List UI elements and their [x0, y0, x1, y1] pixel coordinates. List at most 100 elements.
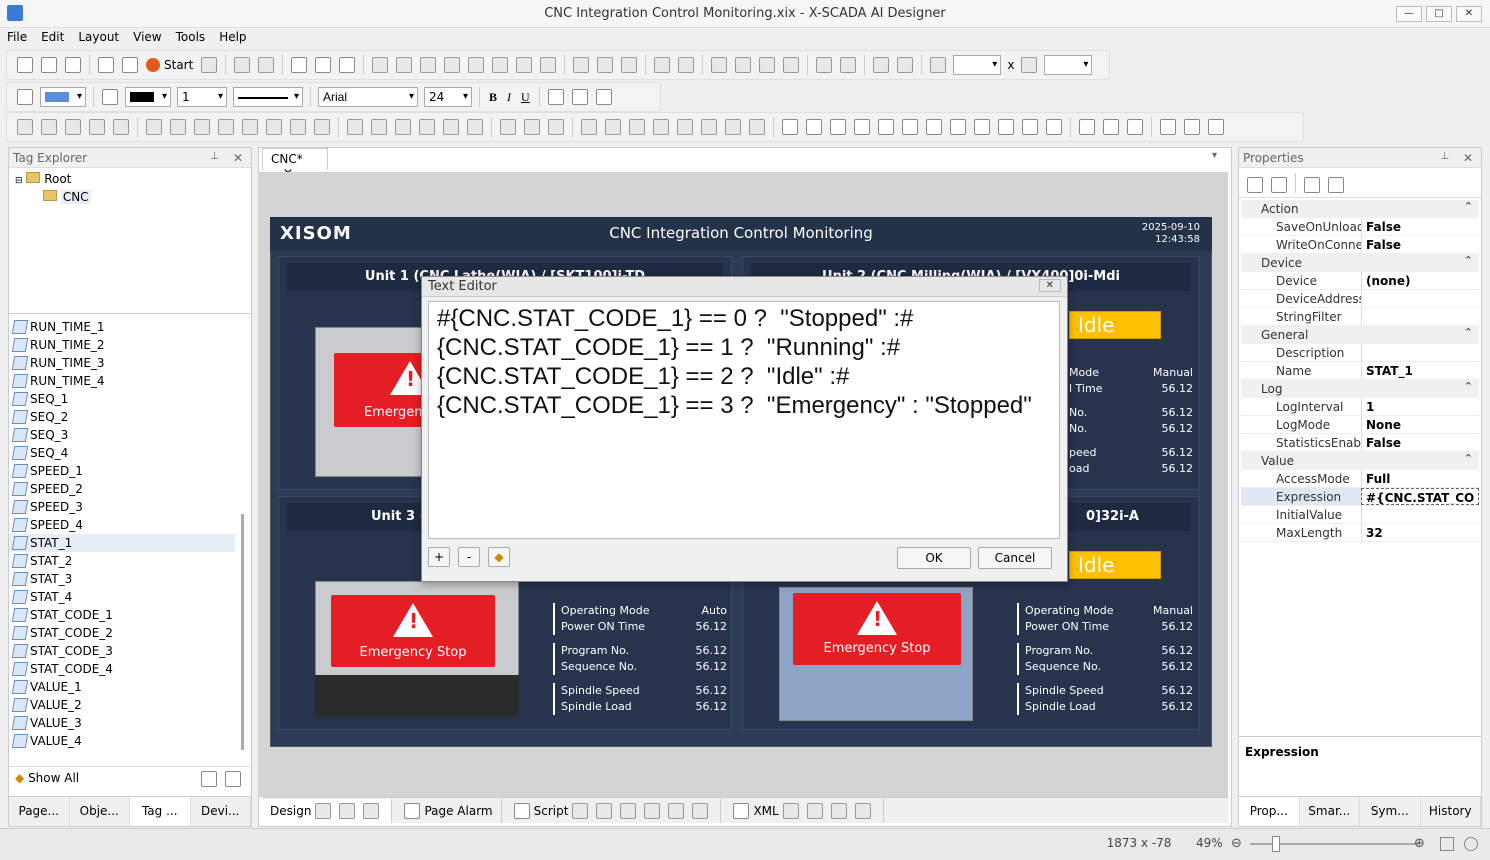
property-category[interactable]: Action — [1241, 198, 1479, 218]
tree-root[interactable]: ⊟ Root — [15, 170, 245, 188]
tag-item[interactable]: STAT_CODE_4 — [9, 660, 235, 678]
bar-graph-icon[interactable] — [1184, 119, 1200, 135]
cancel-button[interactable]: Cancel — [978, 547, 1052, 569]
save-all-icon[interactable] — [98, 57, 114, 73]
tab-smart[interactable]: Smar... — [1300, 797, 1360, 826]
property-value[interactable]: False — [1361, 434, 1479, 451]
same-height-icon[interactable] — [597, 57, 614, 73]
building-icon[interactable] — [581, 119, 597, 135]
tag-item[interactable]: STAT_CODE_1 — [9, 606, 235, 624]
graph-icon[interactable] — [1160, 119, 1176, 135]
property-category[interactable]: Log — [1241, 378, 1479, 398]
gauge-icon[interactable] — [653, 119, 669, 135]
tab-pages[interactable]: Page... — [9, 797, 70, 826]
underline-button[interactable]: U — [521, 90, 530, 105]
property-row[interactable]: DeviceAddress — [1241, 290, 1479, 308]
tag-item[interactable]: VALUE_2 — [9, 696, 235, 714]
new-icon[interactable] — [17, 57, 33, 73]
hexagon-icon[interactable] — [218, 119, 234, 135]
property-value[interactable]: False — [1361, 236, 1479, 253]
tag-insert-icon[interactable]: ◆ — [488, 547, 510, 567]
tab-history[interactable]: History — [1421, 797, 1481, 826]
distribute-v-icon[interactable] — [678, 57, 695, 73]
label-icon[interactable] — [1079, 119, 1095, 135]
close-icon[interactable]: ✕ — [1038, 279, 1061, 292]
curve-icon[interactable] — [89, 119, 105, 135]
diamond-icon[interactable] — [290, 119, 306, 135]
qr-icon[interactable] — [395, 119, 411, 135]
distribute-h-icon[interactable] — [654, 57, 671, 73]
property-row[interactable]: LogInterval 1 — [1241, 398, 1479, 416]
property-row[interactable]: Description — [1241, 344, 1479, 362]
tag-item[interactable]: SEQ_4 — [9, 444, 235, 462]
fill-icon[interactable] — [17, 89, 33, 105]
tab-tags[interactable]: Tag ... — [130, 797, 191, 826]
ungroup-icon[interactable] — [396, 57, 413, 73]
property-row[interactable]: LogMode None — [1241, 416, 1479, 434]
tag-item[interactable]: SEQ_1 — [9, 390, 235, 408]
arc-icon[interactable] — [314, 119, 330, 135]
ok-button[interactable]: OK — [897, 547, 971, 569]
mail-icon[interactable] — [1208, 119, 1224, 135]
settings-icon[interactable] — [998, 119, 1014, 135]
send-back-icon[interactable] — [735, 57, 752, 73]
refresh-icon[interactable] — [1464, 837, 1478, 851]
tag-item[interactable]: SPEED_1 — [9, 462, 235, 480]
align-bottom-icon[interactable] — [540, 57, 557, 73]
tank-icon[interactable] — [725, 119, 741, 135]
property-value[interactable]: #{CNC.STAT_CO — [1361, 488, 1479, 505]
property-value[interactable] — [1361, 290, 1479, 307]
menu-view[interactable]: View — [126, 28, 168, 46]
property-value[interactable]: STAT_1 — [1361, 362, 1479, 379]
tag-item[interactable]: SPEED_4 — [9, 516, 235, 534]
cone-icon[interactable] — [548, 119, 564, 135]
tag-item[interactable]: STAT_CODE_2 — [9, 624, 235, 642]
property-value[interactable]: 1 — [1361, 398, 1479, 415]
textbox-icon[interactable] — [782, 119, 798, 135]
close-icon[interactable]: ✕ — [233, 151, 243, 165]
tag-item[interactable]: VALUE_1 — [9, 678, 235, 696]
menu-layout[interactable]: Layout — [71, 28, 126, 46]
property-row[interactable]: StatisticsEnableFalse — [1241, 434, 1479, 452]
font-size-dropdown[interactable]: 24 — [424, 87, 472, 107]
property-row[interactable]: Device (none) — [1241, 272, 1479, 290]
tag-item[interactable]: STAT_3 — [9, 570, 235, 588]
tag-item[interactable]: SEQ_3 — [9, 426, 235, 444]
pie-icon[interactable] — [524, 119, 540, 135]
chart-icon[interactable] — [443, 119, 459, 135]
tag-item[interactable]: STAT_CODE_3 — [9, 642, 235, 660]
property-category[interactable]: Device — [1241, 252, 1479, 272]
zoom-slider-thumb[interactable] — [1272, 836, 1280, 852]
tab-script[interactable]: Script — [502, 798, 722, 823]
open-icon[interactable] — [41, 57, 57, 73]
tree-folder-cnc[interactable]: CNC — [15, 188, 245, 206]
menu-tools[interactable]: Tools — [169, 28, 213, 46]
table-icon[interactable] — [902, 119, 918, 135]
zoom-out-button[interactable]: - — [458, 547, 480, 567]
property-category[interactable]: Value — [1241, 450, 1479, 470]
property-category[interactable]: General — [1241, 324, 1479, 344]
image-icon[interactable] — [347, 119, 363, 135]
pipe-icon[interactable] — [467, 119, 483, 135]
line-style-dropdown[interactable] — [233, 87, 303, 107]
zoom-in-button[interactable]: + — [428, 547, 450, 567]
property-value[interactable]: None — [1361, 416, 1479, 433]
tag-item[interactable]: SPEED_2 — [9, 480, 235, 498]
position-x-input[interactable] — [953, 55, 1002, 75]
align-middle-icon[interactable] — [516, 57, 533, 73]
tag-item[interactable]: VALUE_3 — [9, 714, 235, 732]
tag-item[interactable]: RUN_TIME_1 — [9, 318, 235, 336]
tab-devices[interactable]: Devi... — [191, 797, 251, 826]
align-top-icon[interactable] — [492, 57, 509, 73]
debug-icon[interactable] — [201, 57, 218, 73]
paste-icon[interactable] — [339, 57, 356, 73]
italic-button[interactable]: I — [507, 90, 511, 105]
alphabetical-icon[interactable] — [1271, 177, 1287, 193]
checkbox-icon[interactable] — [830, 119, 846, 135]
property-value[interactable]: (none) — [1361, 272, 1479, 289]
align-center-icon[interactable] — [444, 57, 461, 73]
save-icon[interactable] — [65, 57, 81, 73]
text-align-left-icon[interactable] — [547, 89, 564, 105]
report-icon[interactable] — [1103, 119, 1119, 135]
property-row[interactable]: SaveOnUnload False — [1241, 218, 1479, 236]
